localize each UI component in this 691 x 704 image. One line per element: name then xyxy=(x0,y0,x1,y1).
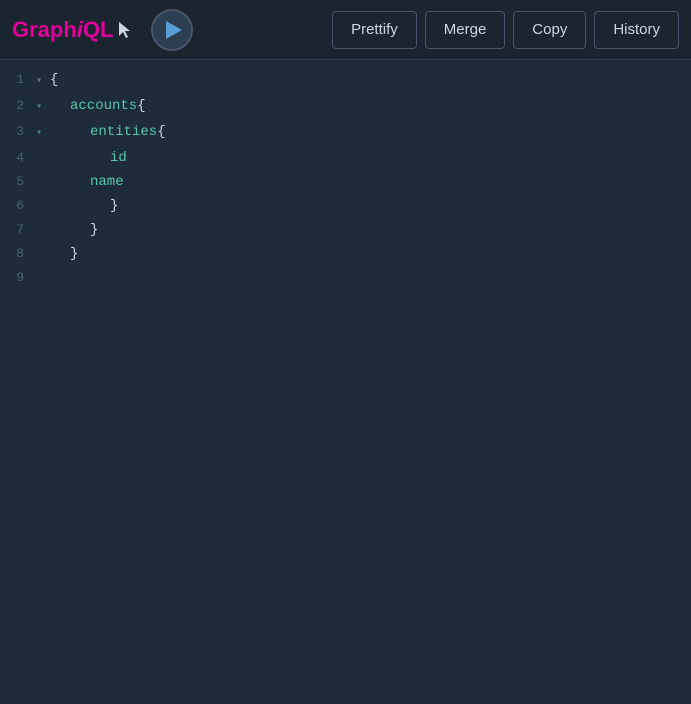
cursor-icon xyxy=(117,20,131,40)
history-button[interactable]: History xyxy=(594,11,679,49)
logo-text: GraphiQL xyxy=(12,17,113,43)
line-number: 6 xyxy=(0,194,36,218)
copy-button[interactable]: Copy xyxy=(513,11,586,49)
code-token: } xyxy=(90,218,98,242)
merge-button[interactable]: Merge xyxy=(425,11,506,49)
code-token: { xyxy=(137,94,145,118)
code-token: accounts xyxy=(70,94,137,118)
table-row: 9 xyxy=(0,266,691,290)
table-row: 7} xyxy=(0,218,691,242)
table-row: 4 id xyxy=(0,146,691,170)
code-token: } xyxy=(70,242,78,266)
line-number: 7 xyxy=(0,218,36,242)
fold-arrow[interactable]: ▾ xyxy=(36,122,48,146)
line-number: 9 xyxy=(0,266,36,290)
table-row: 5 name xyxy=(0,170,691,194)
run-button[interactable] xyxy=(151,9,193,51)
line-number: 5 xyxy=(0,170,36,194)
play-icon xyxy=(166,21,182,39)
code-token: { xyxy=(50,68,58,92)
toolbar: GraphiQL Prettify Merge Copy History xyxy=(0,0,691,60)
logo-graph: Graph xyxy=(12,17,77,42)
code-token: entities xyxy=(90,120,157,144)
code-token: } xyxy=(110,194,118,218)
line-number: 4 xyxy=(0,146,36,170)
table-row: 6} xyxy=(0,194,691,218)
table-row: 3▾ entities { xyxy=(0,120,691,146)
logo-ql: QL xyxy=(83,17,114,42)
fold-arrow[interactable]: ▾ xyxy=(36,70,48,94)
code-token: name xyxy=(90,170,124,194)
code-editor[interactable]: 1▾{2▾accounts {3▾entities {4id5name6}7}8… xyxy=(0,60,691,704)
fold-arrow[interactable]: ▾ xyxy=(36,96,48,120)
line-number: 3 xyxy=(0,120,36,144)
line-number: 1 xyxy=(0,68,36,92)
table-row: 1▾{ xyxy=(0,68,691,94)
line-number: 2 xyxy=(0,94,36,118)
code-token: { xyxy=(157,120,165,144)
app-logo: GraphiQL xyxy=(12,17,131,43)
prettify-button[interactable]: Prettify xyxy=(332,11,417,49)
code-token: id xyxy=(110,146,127,170)
line-number: 8 xyxy=(0,242,36,266)
table-row: 2▾ accounts { xyxy=(0,94,691,120)
table-row: 8} xyxy=(0,242,691,266)
